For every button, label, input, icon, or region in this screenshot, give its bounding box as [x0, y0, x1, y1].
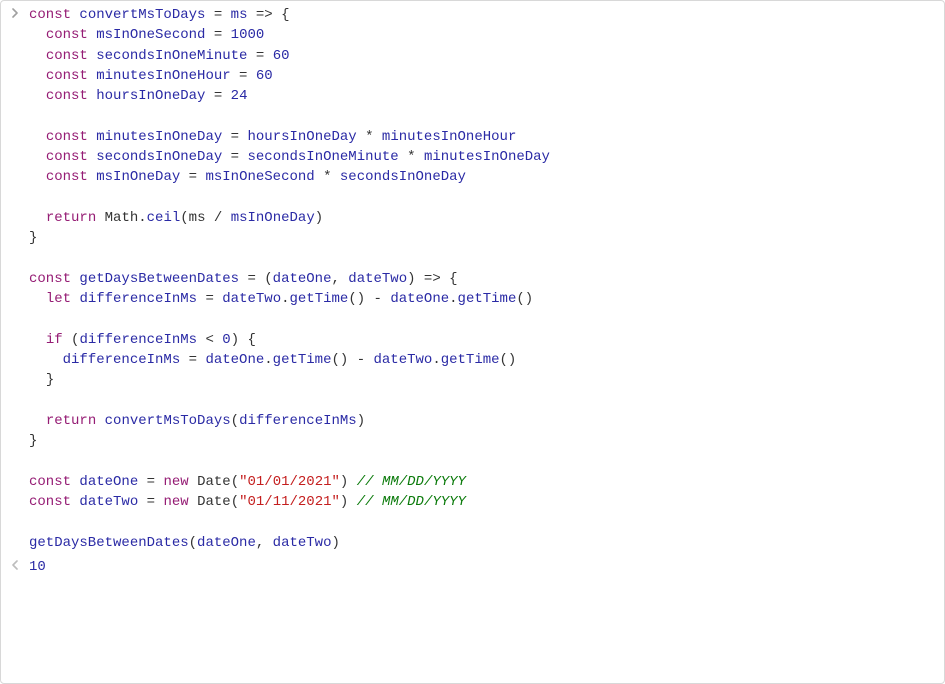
code-line-18: const dateOne = new Date("01/01/2021") /…	[29, 472, 932, 492]
code-line-20: getDaysBetweenDates(dateOne, dateTwo)	[29, 533, 932, 553]
code-line-8: const msInOneDay = msInOneSecond * secon…	[29, 167, 932, 187]
console-input-row[interactable]: const convertMsToDays = ms => { const ms…	[1, 3, 944, 555]
code-line-7: const secondsInOneDay = secondsInOneMinu…	[29, 147, 932, 167]
console-panel: const convertMsToDays = ms => { const ms…	[1, 1, 944, 581]
console-output-row: 10	[1, 555, 944, 579]
code-line-1: const convertMsToDays = ms => {	[29, 5, 932, 25]
code-blank-4	[29, 309, 932, 329]
console-output-content: 10	[29, 557, 944, 577]
code-line-4: const minutesInOneHour = 60	[29, 66, 932, 86]
code-blank-7	[29, 512, 932, 532]
output-value: 10	[29, 557, 932, 577]
code-line-5: const hoursInOneDay = 24	[29, 86, 932, 106]
chevron-right-icon	[1, 5, 29, 18]
code-blank-3	[29, 249, 932, 269]
code-blank-6	[29, 452, 932, 472]
code-line-11: const getDaysBetweenDates = (dateOne, da…	[29, 269, 932, 289]
code-line-19: const dateTwo = new Date("01/11/2021") /…	[29, 492, 932, 512]
code-line-2: const msInOneSecond = 1000	[29, 25, 932, 45]
code-blank-5	[29, 391, 932, 411]
chevron-left-icon	[1, 557, 29, 570]
code-line-3: const secondsInOneMinute = 60	[29, 46, 932, 66]
code-line-14: differenceInMs = dateOne.getTime() - dat…	[29, 350, 932, 370]
code-line-6: const minutesInOneDay = hoursInOneDay * …	[29, 127, 932, 147]
code-line-9: return Math.ceil(ms / msInOneDay)	[29, 208, 932, 228]
console-input-content: const convertMsToDays = ms => { const ms…	[29, 5, 944, 553]
code-blank-1	[29, 106, 932, 126]
code-line-12: let differenceInMs = dateTwo.getTime() -…	[29, 289, 932, 309]
code-blank-2	[29, 188, 932, 208]
code-line-15: }	[29, 370, 932, 390]
code-line-10: }	[29, 228, 932, 248]
code-line-17: }	[29, 431, 932, 451]
code-line-13: if (differenceInMs < 0) {	[29, 330, 932, 350]
code-line-16: return convertMsToDays(differenceInMs)	[29, 411, 932, 431]
